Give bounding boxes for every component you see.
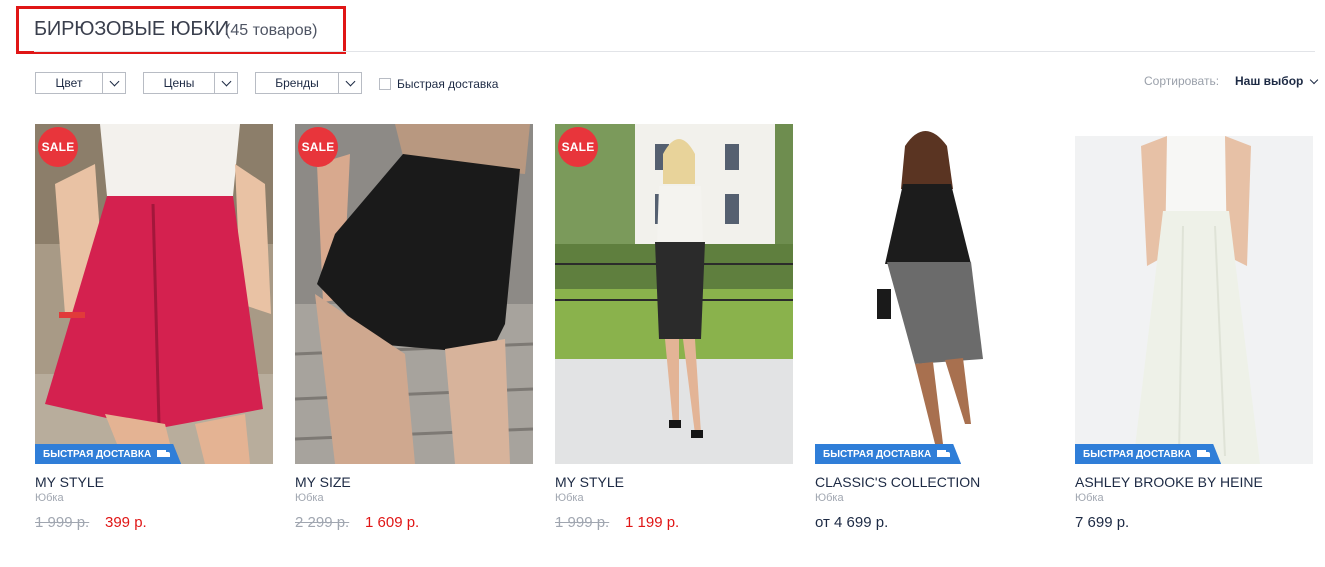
fast-delivery-badge: БЫСТРАЯ ДОСТАВКА (815, 444, 961, 464)
old-price: 1 999 р. (35, 514, 90, 531)
fast-delivery-text: БЫСТРАЯ ДОСТАВКА (1083, 448, 1192, 460)
fast-delivery-label: Быстрая доставка (397, 77, 499, 91)
fast-delivery-text: БЫСТРАЯ ДОСТАВКА (823, 448, 932, 460)
chevron-down-icon (214, 73, 237, 93)
truck-icon (1197, 450, 1211, 458)
filter-prices[interactable]: Цены (143, 72, 238, 94)
chevron-down-icon (1310, 75, 1319, 84)
sale-badge: SALE (558, 127, 598, 167)
filter-brands-label: Бренды (275, 76, 319, 90)
product-card[interactable]: SALE MY SIZE Юбка 2 299 р. 1 609 р. (295, 124, 535, 544)
product-card[interactable]: SALE MY STYLE Юбка 1 999 р. 1 199 р. (555, 124, 795, 544)
product-image[interactable]: SALE (295, 124, 533, 464)
product-image[interactable]: БЫСТРАЯ ДОСТАВКА (815, 124, 1053, 464)
product-type: Юбка (295, 492, 324, 504)
product-brand[interactable]: MY SIZE (295, 474, 351, 490)
sale-badge: SALE (38, 127, 78, 167)
header-divider (34, 51, 1315, 52)
product-brand[interactable]: ASHLEY BROOKE BY HEINE (1075, 474, 1263, 490)
sale-price: 399 р. (105, 514, 147, 531)
product-count: (45 товаров) (225, 22, 318, 39)
fast-delivery-badge: БЫСТРАЯ ДОСТАВКА (35, 444, 181, 464)
product-card[interactable]: SALE БЫСТРАЯ ДОСТАВКА MY STYLE Юбка 1 99… (35, 124, 275, 544)
product-brand[interactable]: MY STYLE (35, 474, 104, 490)
product-price: 7 699 р. (1075, 514, 1130, 531)
product-type: Юбка (555, 492, 584, 504)
fast-delivery-checkbox[interactable] (379, 78, 391, 90)
sale-badge: SALE (298, 127, 338, 167)
truck-icon (937, 450, 951, 458)
sort-label: Сортировать: (1144, 74, 1220, 88)
old-price: 2 299 р. (295, 514, 350, 531)
fast-delivery-badge: БЫСТРАЯ ДОСТАВКА (1075, 444, 1221, 464)
product-image[interactable]: БЫСТРАЯ ДОСТАВКА (1075, 136, 1313, 464)
sort-value: Наш выбор (1235, 74, 1304, 88)
filter-color-label: Цвет (55, 76, 83, 90)
filter-color[interactable]: Цвет (35, 72, 126, 94)
truck-icon (157, 450, 171, 458)
sort-dropdown[interactable]: Наш выбор (1235, 74, 1319, 88)
product-card[interactable]: БЫСТРАЯ ДОСТАВКА ASHLEY BROOKE BY HEINE … (1075, 124, 1315, 544)
sale-price: 1 609 р. (365, 514, 420, 531)
page-title: БИРЮЗОВЫЕ ЮБКИ (34, 18, 229, 40)
product-brand[interactable]: CLASSIC'S COLLECTION (815, 474, 980, 490)
product-type: Юбка (35, 492, 64, 504)
sale-price: 1 199 р. (625, 514, 680, 531)
filter-prices-label: Цены (163, 76, 195, 90)
product-type: Юбка (1075, 492, 1104, 504)
product-image[interactable]: SALE БЫСТРАЯ ДОСТАВКА (35, 124, 273, 464)
product-type: Юбка (815, 492, 844, 504)
chevron-down-icon (338, 73, 361, 93)
product-image[interactable]: SALE (555, 124, 793, 464)
fast-delivery-filter[interactable]: Быстрая доставка (379, 77, 498, 91)
chevron-down-icon (102, 73, 125, 93)
product-brand[interactable]: MY STYLE (555, 474, 624, 490)
fast-delivery-text: БЫСТРАЯ ДОСТАВКА (43, 448, 152, 460)
filter-brands[interactable]: Бренды (255, 72, 362, 94)
product-price: от 4 699 р. (815, 514, 889, 531)
old-price: 1 999 р. (555, 514, 610, 531)
product-card[interactable]: БЫСТРАЯ ДОСТАВКА CLASSIC'S COLLECTION Юб… (815, 124, 1055, 544)
